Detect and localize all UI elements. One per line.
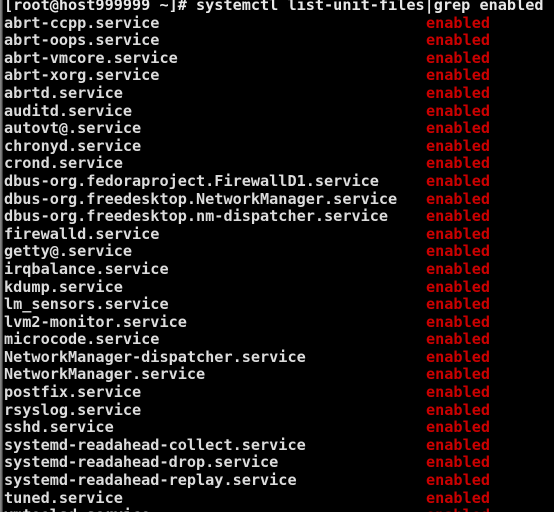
unit-file-state: enabled bbox=[426, 242, 491, 261]
unit-file-row: abrt-xorg.service enabled bbox=[4, 67, 554, 85]
unit-file-state: enabled bbox=[426, 365, 491, 384]
unit-file-state: enabled bbox=[426, 383, 491, 402]
unit-file-state: enabled bbox=[426, 507, 490, 512]
unit-file-state: enabled bbox=[426, 189, 491, 208]
unit-file-row: lvm2-monitor.service enabled bbox=[4, 312, 554, 332]
unit-file-row: auditd.service enabled bbox=[4, 101, 554, 121]
unit-file-name: sshd.service bbox=[4, 418, 114, 437]
unit-file-state: enabled bbox=[426, 277, 491, 296]
unit-file-row: microcode.service enabled bbox=[4, 330, 554, 349]
unit-file-row: vmtoolsd.service enabled bbox=[4, 506, 554, 512]
unit-file-row: dbus-org.fedoraproject.FirewallD1.servic… bbox=[4, 171, 554, 191]
unit-file-name: abrt-vmcore.service bbox=[4, 48, 178, 67]
unit-file-name: auditd.service bbox=[4, 101, 133, 120]
unit-file-row: dbus-org.freedesktop.NetworkManager.serv… bbox=[4, 189, 554, 209]
unit-file-state: enabled bbox=[426, 347, 491, 366]
unit-file-state: enabled bbox=[426, 295, 491, 314]
unit-file-state: enabled bbox=[426, 453, 491, 472]
unit-file-row: postfix.service enabled bbox=[4, 383, 554, 402]
unit-file-name: tuned.service bbox=[4, 488, 123, 507]
command-output: abrt-ccpp.service enabled abrt-oops.servic… bbox=[4, 13, 554, 512]
unit-file-row: NetworkManager.service enabled bbox=[4, 366, 554, 384]
unit-file-name: lvm2-monitor.service bbox=[4, 312, 187, 331]
unit-file-row: rsyslog.service enabled bbox=[4, 400, 554, 420]
unit-file-name: abrt-ccpp.service bbox=[4, 13, 160, 32]
unit-file-name: lm_sensors.service bbox=[4, 295, 169, 314]
unit-file-name: vmtoolsd.service bbox=[4, 506, 150, 512]
unit-file-state: enabled bbox=[426, 31, 491, 50]
unit-file-row: firewalld.service enabled bbox=[4, 224, 554, 244]
unit-file-row: lm_sensors.service enabled bbox=[4, 295, 554, 314]
unit-file-row: abrt-vmcore.service enabled bbox=[4, 48, 554, 68]
unit-file-state: enabled bbox=[426, 66, 491, 85]
unit-file-state: enabled bbox=[426, 13, 491, 32]
unit-file-name: kdump.service bbox=[4, 277, 123, 296]
unit-file-row: autovt@.service enabled bbox=[4, 119, 554, 138]
unit-file-row: sshd.service enabled bbox=[4, 418, 554, 437]
unit-file-state: enabled bbox=[426, 418, 491, 437]
unit-file-name: rsyslog.service bbox=[4, 400, 142, 419]
unit-file-row: dbus-org.freedesktop.nm-dispatcher.servi… bbox=[4, 207, 554, 226]
unit-file-state: enabled bbox=[426, 259, 491, 278]
unit-file-name: getty@.service bbox=[4, 242, 133, 261]
unit-file-state: enabled bbox=[426, 312, 491, 331]
unit-file-state: enabled bbox=[426, 119, 491, 138]
unit-file-name: crond.service bbox=[4, 154, 123, 173]
unit-file-row: tuned.service enabled bbox=[4, 488, 554, 508]
unit-file-name: NetworkManager.service bbox=[4, 365, 206, 384]
unit-file-name: postfix.service bbox=[4, 383, 142, 402]
unit-file-state: enabled bbox=[426, 136, 491, 155]
unit-file-name: microcode.service bbox=[4, 330, 160, 349]
unit-file-row: systemd-readahead-replay.service enabled bbox=[4, 471, 554, 490]
unit-file-name: autovt@.service bbox=[4, 119, 142, 138]
scrollbar-left-edge[interactable] bbox=[0, 0, 3, 512]
unit-file-name: abrtd.service bbox=[4, 83, 123, 102]
unit-file-state: enabled bbox=[426, 224, 491, 243]
unit-file-row: systemd-readahead-collect.service enabled bbox=[4, 435, 554, 455]
unit-file-row: abrt-oops.service enabled bbox=[4, 31, 554, 50]
unit-file-state: enabled bbox=[426, 207, 491, 226]
unit-file-name: dbus-org.freedesktop.nm-dispatcher.servi… bbox=[4, 207, 389, 226]
unit-file-name: abrt-xorg.service bbox=[4, 66, 160, 85]
unit-file-name: systemd-readahead-replay.service bbox=[4, 471, 297, 490]
unit-file-name: systemd-readahead-collect.service bbox=[4, 435, 306, 454]
unit-file-name: dbus-org.fedoraproject.FirewallD1.servic… bbox=[4, 171, 379, 190]
unit-file-state: enabled bbox=[426, 330, 491, 349]
unit-file-state: enabled bbox=[426, 83, 491, 102]
unit-file-name: dbus-org.freedesktop.NetworkManager.serv… bbox=[4, 189, 398, 208]
unit-file-name: firewalld.service bbox=[4, 224, 160, 243]
unit-file-name: abrt-oops.service bbox=[4, 31, 160, 50]
unit-file-name: systemd-readahead-drop.service bbox=[4, 453, 279, 472]
unit-file-row: chronyd.service enabled bbox=[4, 136, 554, 156]
unit-file-state: enabled bbox=[426, 48, 491, 67]
unit-file-name: irqbalance.service bbox=[4, 259, 169, 278]
unit-file-name: NetworkManager-dispatcher.service bbox=[4, 347, 306, 366]
unit-file-row: abrtd.service enabled bbox=[4, 83, 554, 103]
unit-file-row: getty@.service enabled bbox=[4, 243, 554, 261]
terminal-window[interactable]: [root@host999999 ~]# systemctl list-unit… bbox=[0, 0, 554, 512]
unit-file-state: enabled bbox=[426, 171, 491, 190]
unit-file-state: enabled bbox=[426, 400, 491, 419]
shell-prompt-line: [root@host999999 ~]# systemctl list-unit… bbox=[4, 0, 544, 14]
unit-file-state: enabled bbox=[426, 488, 491, 507]
unit-file-row: irqbalance.service enabled bbox=[4, 259, 554, 279]
unit-file-row: crond.service enabled bbox=[4, 155, 554, 173]
unit-file-row: NetworkManager-dispatcher.service enabled bbox=[4, 347, 554, 367]
unit-file-row: kdump.service enabled bbox=[4, 277, 554, 297]
unit-file-row: abrt-ccpp.service enabled bbox=[4, 13, 554, 33]
unit-file-state: enabled bbox=[426, 101, 491, 120]
unit-file-state: enabled bbox=[426, 435, 491, 454]
unit-file-state: enabled bbox=[426, 471, 491, 490]
unit-file-row: systemd-readahead-drop.service enabled bbox=[4, 454, 554, 472]
terminal-screen[interactable]: [root@host999999 ~]# systemctl list-unit… bbox=[4, 0, 554, 512]
unit-file-name: chronyd.service bbox=[4, 136, 142, 155]
unit-file-state: enabled bbox=[426, 154, 491, 173]
